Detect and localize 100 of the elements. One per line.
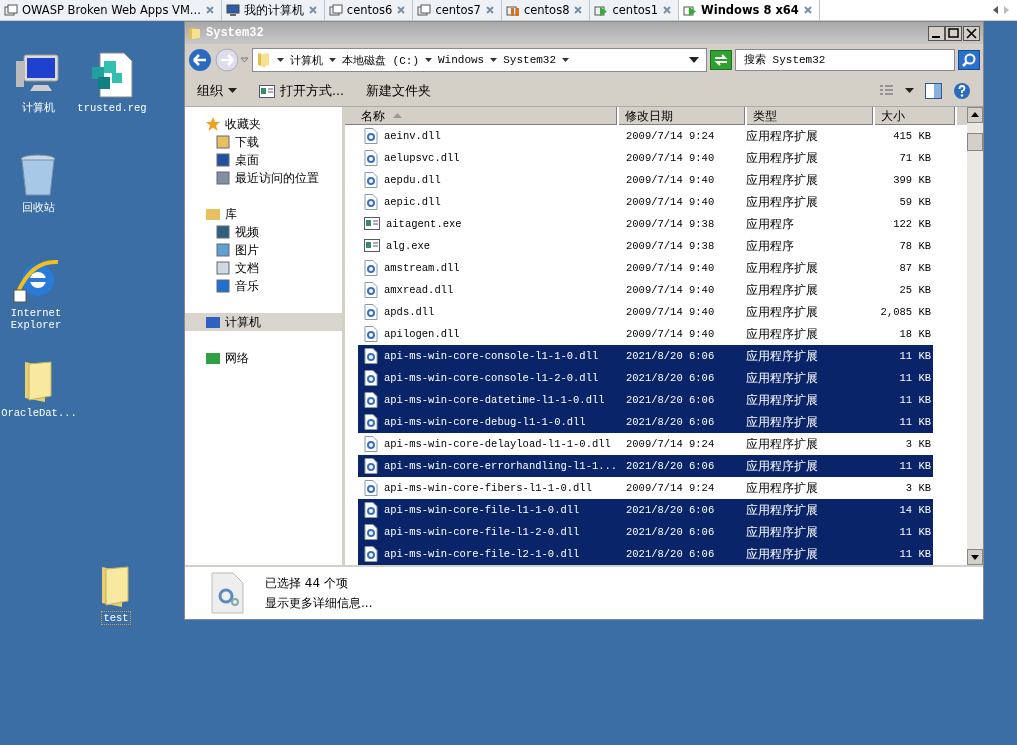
breadcrumb[interactable]: Windows xyxy=(438,54,485,66)
close-icon[interactable] xyxy=(396,5,407,15)
caret-icon[interactable] xyxy=(276,56,285,64)
file-row[interactable]: api-ms-win-core-errorhandling-l1-1... 2021/8/20 6:06 应用程序扩展 11 KB xyxy=(358,455,933,477)
window-controls-icon[interactable] xyxy=(928,25,980,41)
breadcrumb[interactable]: 计算机 xyxy=(290,52,323,68)
nav-item[interactable]: 收藏夹 xyxy=(185,115,342,133)
nav-item[interactable]: 图片 xyxy=(185,241,342,259)
dropdown-icon[interactable] xyxy=(688,56,700,64)
file-row[interactable]: api-ms-win-core-debug-l1-1-0.dll 2021/8/20 6:06 应用程序扩展 11 KB xyxy=(358,411,933,433)
scroll-down-icon[interactable] xyxy=(967,549,983,565)
toolbar-button[interactable]: 组织 xyxy=(191,80,243,102)
caret-icon[interactable] xyxy=(328,56,337,64)
folder-icon xyxy=(257,52,271,68)
vm-tab[interactable]: OWASP Broken Web Apps VM... xyxy=(0,0,222,20)
address-bar[interactable]: 计算机 本地磁盘 (C:) Windows System32 xyxy=(252,48,707,72)
toolbar-button[interactable]: 打开方式... xyxy=(253,80,350,102)
scroll-arrows-icon[interactable] xyxy=(991,4,1011,16)
file-row[interactable]: api-ms-win-core-datetime-l1-1-0.dll 2021/8/20 6:06 应用程序扩展 11 KB xyxy=(358,389,933,411)
file-row[interactable]: aeinv.dll 2009/7/14 9:24 应用程序扩展 415 KB xyxy=(358,125,933,147)
table-cell-text: 应用程序扩展 xyxy=(745,325,819,343)
table-cell-text: 71 KB xyxy=(898,152,931,164)
file-row[interactable]: amstream.dll 2009/7/14 9:40 应用程序扩展 87 KB xyxy=(358,257,933,279)
nav-item[interactable]: 网络 xyxy=(185,349,342,367)
file-row[interactable]: api-ms-win-core-fibers-l1-1-0.dll 2009/7/14 9:24 应用程序扩展 3 KB xyxy=(358,477,933,499)
file-row[interactable]: aitagent.exe 2009/7/14 9:38 应用程序 122 KB xyxy=(358,213,933,235)
close-icon[interactable] xyxy=(662,5,672,15)
table-cell-text: 2009/7/14 9:24 xyxy=(625,130,716,142)
breadcrumb[interactable]: System32 xyxy=(503,54,557,66)
column-header[interactable]: 类型 xyxy=(747,107,875,125)
column-header[interactable]: 大小 xyxy=(875,107,957,125)
table-cell-text: 应用程序扩展 xyxy=(745,391,819,409)
preview-pane-icon[interactable] xyxy=(925,83,943,99)
toolbar-button[interactable]: 新建文件夹 xyxy=(359,80,437,102)
vm-icon xyxy=(328,4,343,16)
vm-icon xyxy=(4,4,18,16)
file-row[interactable]: aepdu.dll 2009/7/14 9:40 应用程序扩展 399 KB xyxy=(358,169,933,191)
vm-tab[interactable]: 我的计算机 xyxy=(221,0,325,20)
nav-item[interactable]: 文档 xyxy=(185,259,342,277)
table-cell-text: 3 KB xyxy=(904,438,931,450)
table-cell-text: 11 KB xyxy=(898,350,931,362)
scrollbar[interactable] xyxy=(967,107,983,565)
column-header[interactable]: 修改日期 xyxy=(619,107,747,125)
file-row[interactable]: api-ms-win-core-file-l1-2-0.dll 2021/8/20 6:06 应用程序扩展 11 KB xyxy=(358,521,933,543)
back-icon[interactable] xyxy=(188,48,212,72)
file-row[interactable]: apilogen.dll 2009/7/14 9:40 应用程序扩展 18 KB xyxy=(358,323,933,345)
file-row[interactable]: api-ms-win-core-file-l1-1-0.dll 2021/8/20 6:06 应用程序扩展 14 KB xyxy=(358,499,933,521)
running-vm-icon xyxy=(594,4,609,16)
column-header[interactable]: 名称 xyxy=(345,107,619,125)
nav-item[interactable]: 音乐 xyxy=(185,277,342,295)
refresh-icon[interactable] xyxy=(710,50,732,70)
close-icon[interactable] xyxy=(204,5,215,15)
vm-tab[interactable]: centos6 xyxy=(324,0,414,20)
gear-file-icon xyxy=(364,502,378,518)
vm-tab[interactable]: centos7 xyxy=(413,0,502,20)
scroll-up-icon[interactable] xyxy=(967,107,983,123)
details-link[interactable]: 显示更多详细信息... xyxy=(265,594,373,612)
nav-item[interactable]: 桌面 xyxy=(185,151,342,169)
table-cell-text: 应用程序扩展 xyxy=(745,523,819,541)
table-cell-text: 2009/7/14 9:40 xyxy=(625,174,716,186)
file-name: alg.exe xyxy=(386,240,431,252)
file-row[interactable]: aepic.dll 2009/7/14 9:40 应用程序扩展 59 KB xyxy=(358,191,933,213)
selection-count: 已选择 44 个项 xyxy=(265,574,349,592)
search-field[interactable]: 搜索 System32 xyxy=(735,49,955,71)
caret-icon[interactable] xyxy=(424,56,433,64)
file-row[interactable]: api-ms-win-core-console-l1-2-0.dll 2021/8/20 6:06 应用程序扩展 11 KB xyxy=(358,367,933,389)
file-name: api-ms-win-core-debug-l1-1-0.dll xyxy=(384,416,586,428)
caret-icon[interactable] xyxy=(489,56,499,64)
vm-tab[interactable]: centos8 xyxy=(501,0,591,20)
search-icon[interactable] xyxy=(958,50,980,70)
table-cell-text: 2021/8/20 6:06 xyxy=(625,548,716,560)
nav-item[interactable]: 库 xyxy=(185,205,342,223)
view-options-icon[interactable] xyxy=(879,84,915,98)
nav-item[interactable]: 视频 xyxy=(185,223,342,241)
table-cell-text: 2009/7/14 9:40 xyxy=(625,196,716,208)
file-row[interactable]: aelupsvc.dll 2009/7/14 9:40 应用程序扩展 71 KB xyxy=(358,147,933,169)
help-icon[interactable] xyxy=(953,82,971,100)
nav-item[interactable]: 最近访问的位置 xyxy=(185,169,342,187)
breadcrumb[interactable]: 本地磁盘 (C:) xyxy=(342,52,419,68)
nav-item[interactable]: 下载 xyxy=(185,133,342,151)
nav-item[interactable]: 计算机 xyxy=(185,313,342,331)
vm-tab[interactable]: centos1 xyxy=(590,0,679,20)
table-cell-text: 11 KB xyxy=(898,460,931,472)
close-icon[interactable] xyxy=(307,5,318,15)
table-cell-text: 18 KB xyxy=(898,328,931,340)
scroll-thumb[interactable] xyxy=(967,133,983,151)
table-cell-text: 415 KB xyxy=(892,130,931,142)
file-row[interactable]: alg.exe 2009/7/14 9:38 应用程序 78 KB xyxy=(358,235,933,257)
file-row[interactable]: apds.dll 2009/7/14 9:40 应用程序扩展 2,085 KB xyxy=(358,301,933,323)
file-row[interactable]: api-ms-win-core-console-l1-1-0.dll 2021/8/20 6:06 应用程序扩展 11 KB xyxy=(358,345,933,367)
close-icon[interactable] xyxy=(484,5,495,15)
table-cell-text: 应用程序 xyxy=(745,237,795,255)
close-icon[interactable] xyxy=(802,5,813,15)
file-row[interactable]: api-ms-win-core-delayload-l1-1-0.dll 2009/7/14 9:24 应用程序扩展 3 KB xyxy=(358,433,933,455)
close-icon[interactable] xyxy=(573,5,584,15)
table-cell-text: 2009/7/14 9:40 xyxy=(625,328,716,340)
file-row[interactable]: api-ms-win-core-file-l2-1-0.dll 2021/8/20 6:06 应用程序扩展 11 KB xyxy=(358,543,933,565)
file-name: api-ms-win-core-file-l1-1-0.dll xyxy=(384,504,580,516)
file-row[interactable]: amxread.dll 2009/7/14 9:40 应用程序扩展 25 KB xyxy=(358,279,933,301)
caret-icon[interactable] xyxy=(561,56,571,64)
